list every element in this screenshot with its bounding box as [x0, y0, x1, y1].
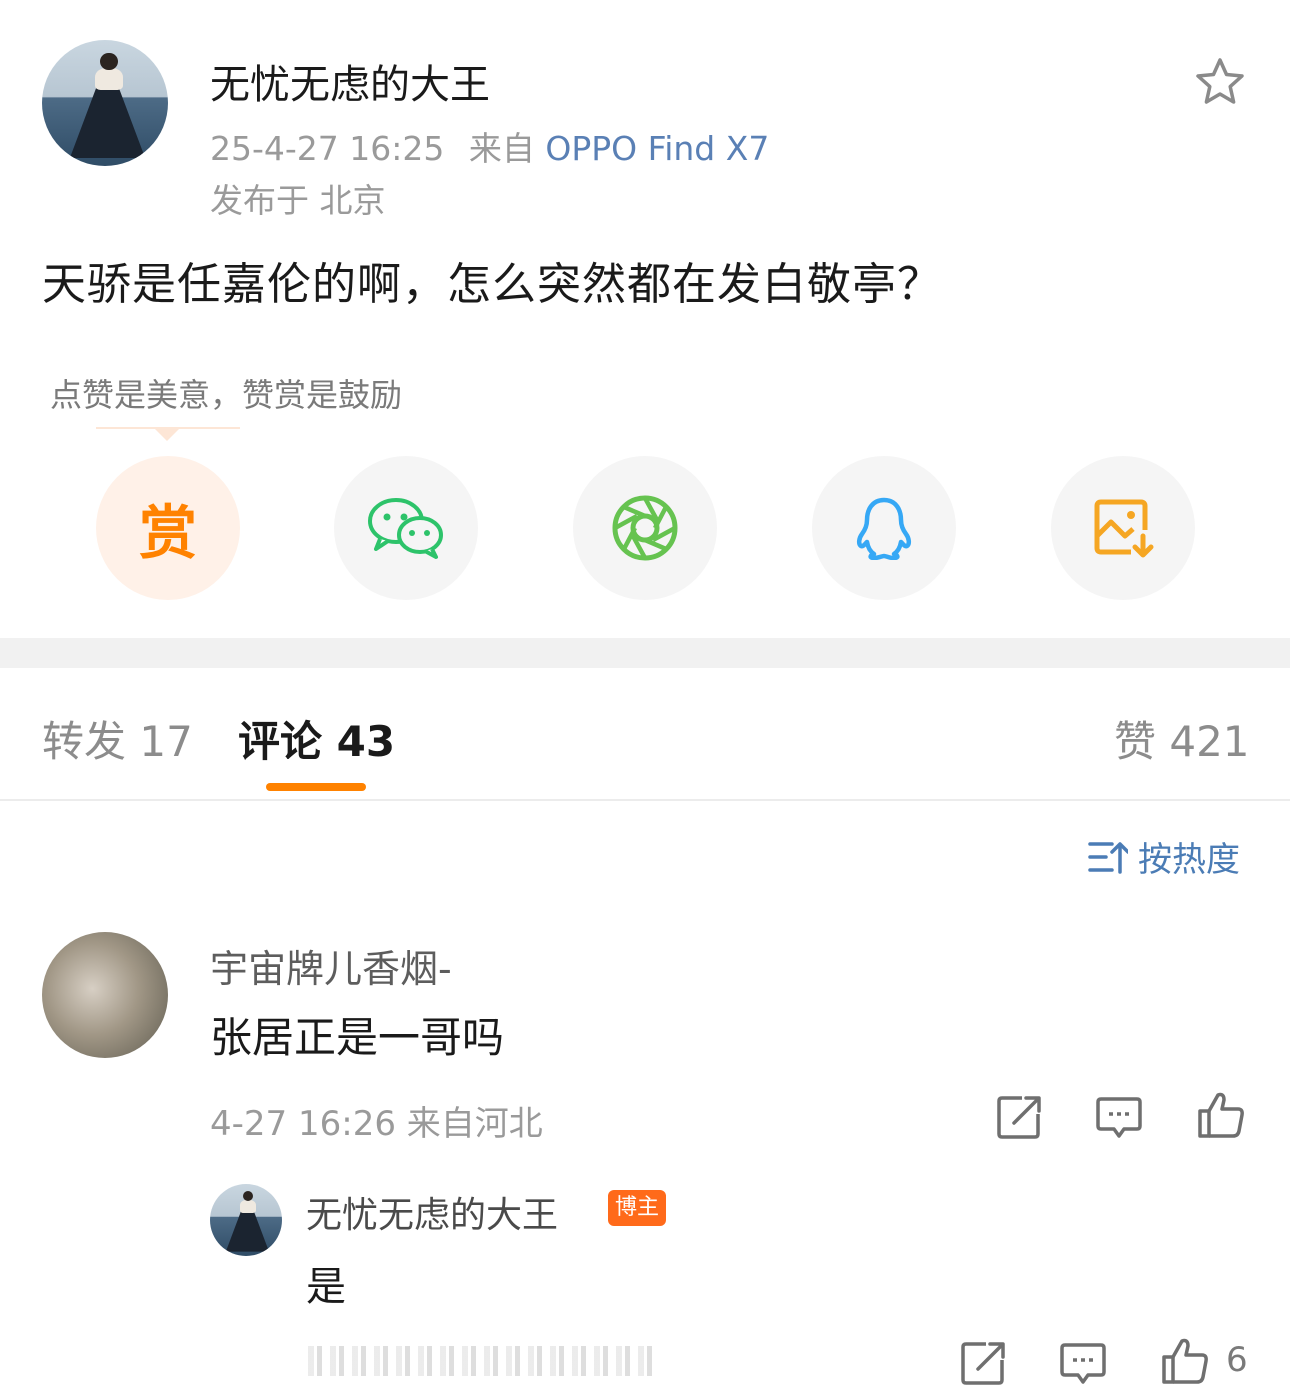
section-divider: [0, 638, 1290, 668]
wechat-icon: [368, 498, 443, 559]
share-qq-button[interactable]: [812, 456, 956, 600]
share-wechat-button[interactable]: [334, 456, 478, 600]
favorite-star-icon[interactable]: [1192, 54, 1248, 110]
active-tab-indicator: [266, 783, 366, 791]
reply-text: 是: [306, 1264, 346, 1310]
save-image-button[interactable]: [1051, 456, 1195, 600]
comment-icon[interactable]: [1094, 1092, 1144, 1142]
tab-comments[interactable]: 评论 43: [238, 708, 395, 769]
like-icon[interactable]: [1196, 1090, 1246, 1140]
author-avatar[interactable]: [42, 40, 168, 166]
commenter-name[interactable]: 宇宙牌儿香烟-: [210, 938, 452, 993]
tab-likes[interactable]: 赞 421: [1114, 708, 1250, 769]
reply-avatar[interactable]: [210, 1184, 282, 1256]
sort-button[interactable]: 按热度: [1088, 832, 1240, 881]
sort-icon: [1088, 841, 1128, 874]
post-text: 天骄是任嘉伦的啊，怎么突然都在发白敬亭？: [42, 259, 942, 310]
reward-tip: 点赞是美意，赞赏是鼓励: [50, 376, 403, 414]
qq-icon: [856, 497, 912, 560]
sort-label: 按热度: [1138, 840, 1240, 880]
reply-like-icon[interactable]: [1160, 1336, 1210, 1386]
source-prefix: 来自: [468, 129, 535, 168]
share-moments-button[interactable]: [573, 456, 717, 600]
reply-author-name[interactable]: 无忧无虑的大王: [306, 1186, 558, 1238]
repost-icon[interactable]: [994, 1092, 1044, 1142]
tip-pointer: [153, 427, 181, 441]
author-name[interactable]: 无忧无虑的大王: [210, 52, 490, 110]
commenter-avatar[interactable]: [42, 932, 168, 1058]
author-badge: 博主: [608, 1190, 667, 1226]
reward-button[interactable]: 赏: [96, 456, 240, 600]
reply-comment-icon[interactable]: [1058, 1338, 1108, 1388]
reply-meta-obscured: [308, 1346, 652, 1376]
moments-icon: [612, 495, 678, 561]
tab-divider: [0, 799, 1290, 801]
device-link[interactable]: OPPO Find X7: [545, 129, 769, 168]
comment-text: 张居正是一哥吗: [210, 1013, 505, 1062]
reply-like-count: 6: [1226, 1340, 1248, 1380]
post-location: 发布于 北京: [210, 181, 386, 220]
tab-repost[interactable]: 转发 17: [42, 708, 193, 769]
comment-meta: 4-27 16:26 来自河北: [210, 1104, 543, 1144]
post-timestamp: 25-4-27 16:25: [210, 129, 445, 168]
save-image-icon: [1094, 499, 1154, 558]
reward-icon: 赏: [138, 499, 197, 567]
reply-repost-icon[interactable]: [958, 1338, 1008, 1388]
post-meta: 25-4-27 16:25 来自 OPPO Find X7: [210, 122, 769, 170]
